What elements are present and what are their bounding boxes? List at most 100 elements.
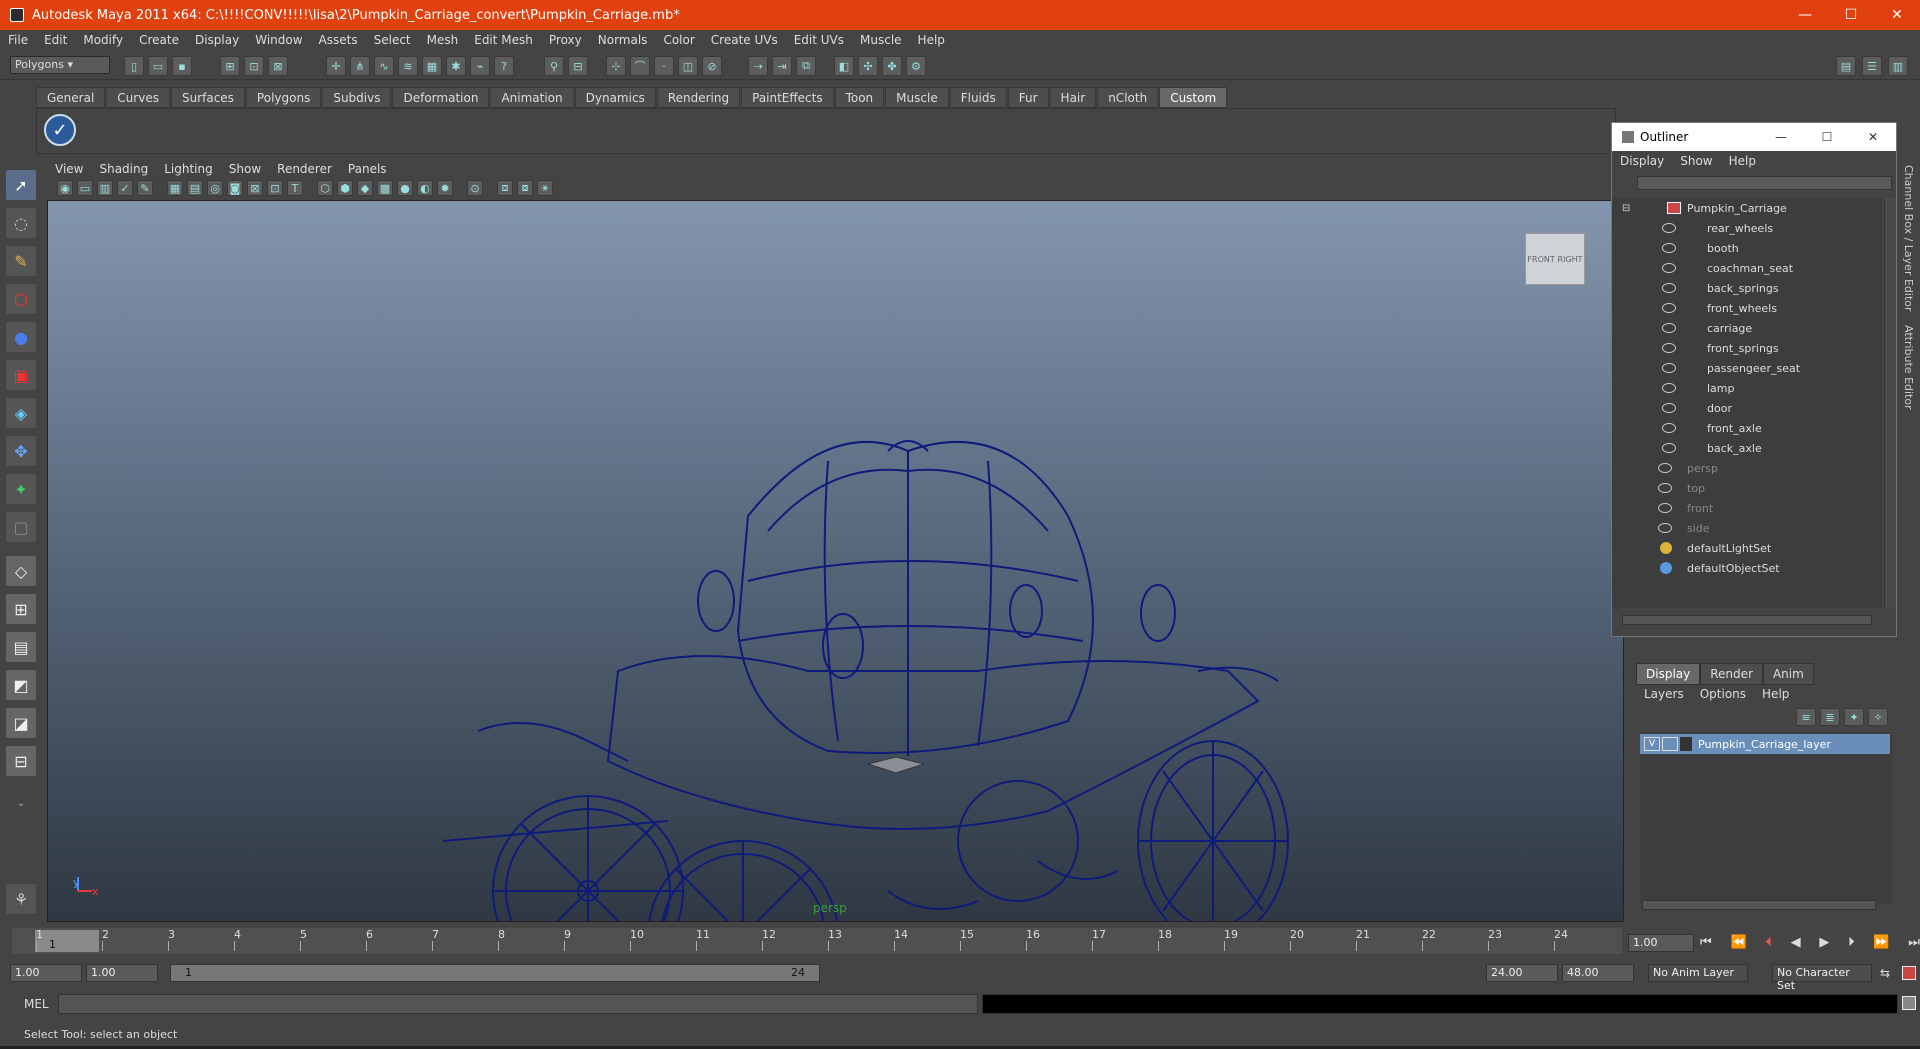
outliner-horizontal-scrollbar[interactable] (1622, 615, 1872, 625)
list-item[interactable]: coachman_seat (1612, 258, 1882, 278)
persp-outliner-layout-icon[interactable]: ▤ (6, 632, 36, 662)
menu-muscle[interactable]: Muscle (852, 33, 910, 47)
menu-file[interactable]: File (0, 33, 36, 47)
shelf-tab-painteffects[interactable]: PaintEffects (741, 87, 834, 108)
list-item[interactable]: defaultLightSet (1612, 538, 1882, 558)
range-slider[interactable]: 1 24 (170, 964, 820, 982)
backface-culling-icon[interactable]: ⚹ (537, 180, 553, 196)
high-quality-icon[interactable]: ✹ (437, 180, 453, 196)
viewport-menu-show[interactable]: Show (221, 162, 269, 176)
character-set-select[interactable]: No Character Set (1772, 964, 1872, 992)
wireframe-icon[interactable]: ⬡ (317, 180, 333, 196)
surface-mask-icon[interactable]: ≋ (398, 56, 418, 76)
persp-graph-layout-icon[interactable]: ◩ (6, 670, 36, 700)
menu-assets[interactable]: Assets (311, 33, 366, 47)
current-time-field[interactable]: 1.00 (1628, 934, 1694, 952)
field-chart-icon[interactable]: ⊠ (247, 180, 263, 196)
outliner-close-button[interactable]: ✕ (1850, 123, 1896, 151)
menu-normals[interactable]: Normals (590, 33, 656, 47)
animation-end-field[interactable]: 48.00 (1562, 964, 1634, 982)
layer-menu-layers[interactable]: Layers (1636, 687, 1692, 701)
step-back-key-icon[interactable]: ⏪ (1730, 935, 1746, 950)
viewcube-right-label[interactable]: RIGHT (1558, 255, 1583, 264)
show-attribute-editor-icon[interactable]: ▤ (1836, 56, 1856, 76)
create-empty-layer-icon[interactable]: ✦ (1844, 708, 1864, 726)
safe-action-icon[interactable]: ⊡ (267, 180, 283, 196)
outliner-row-root[interactable]: ⊟ Pumpkin_Carriage (1612, 198, 1882, 218)
list-item[interactable]: top (1612, 478, 1882, 498)
misc-mask-icon[interactable]: ? (494, 56, 514, 76)
select-tool-icon[interactable]: ➚ (6, 170, 36, 200)
shelf-tab-custom[interactable]: Custom (1159, 87, 1228, 108)
go-to-end-icon[interactable]: ⏭ (1908, 935, 1920, 950)
step-forward-frame-icon[interactable]: ⏵ (1848, 935, 1855, 950)
film-gate-icon[interactable]: ▤ (187, 180, 203, 196)
layer-menu-help[interactable]: Help (1754, 687, 1797, 701)
outliner-vertical-scrollbar[interactable] (1884, 198, 1896, 608)
shelf-tab-fur[interactable]: Fur (1007, 87, 1049, 108)
close-button[interactable]: ✕ (1874, 0, 1920, 30)
make-live-icon[interactable]: ⊘ (702, 56, 722, 76)
layer-tab-anim[interactable]: Anim (1762, 663, 1814, 685)
outliner-menu-help[interactable]: Help (1721, 154, 1764, 168)
shelf-tab-fluids[interactable]: Fluids (949, 87, 1007, 108)
manipulator-tool-icon[interactable]: ◈ (6, 398, 36, 428)
history-output-icon[interactable]: ⇥ (772, 56, 792, 76)
list-item[interactable]: front (1612, 498, 1882, 518)
quick-layout-icon[interactable]: ⚘ (6, 884, 36, 914)
single-perspective-layout-icon[interactable]: ◇ (6, 556, 36, 586)
move-layer-up-icon[interactable]: ≡ (1796, 708, 1816, 726)
four-view-layout-icon[interactable]: ⊞ (6, 594, 36, 624)
shelf-tab-ncloth[interactable]: nCloth (1097, 87, 1159, 108)
construction-history-icon[interactable]: ⧉ (796, 56, 816, 76)
xray-joints-icon[interactable]: ⧇ (517, 180, 533, 196)
shelf-tab-deformation[interactable]: Deformation (392, 87, 490, 108)
show-manipulator-tool-icon[interactable]: ✦ (6, 474, 36, 504)
animation-preferences-icon[interactable] (1902, 966, 1916, 980)
save-scene-icon[interactable]: ▪ (172, 56, 192, 76)
auto-key-icon[interactable]: ⇆ (1880, 966, 1890, 980)
textured-icon[interactable]: ▩ (377, 180, 393, 196)
mel-command-input[interactable] (58, 994, 978, 1014)
outliner-window[interactable]: Outliner — ☐ ✕ Display Show Help ⊟ Pumpk… (1611, 122, 1897, 637)
perspective-viewport[interactable]: y x FRONT RIGHT persp (47, 200, 1624, 922)
animation-start-field[interactable]: 1.00 (10, 964, 82, 982)
go-to-start-icon[interactable]: ⏮ (1700, 935, 1712, 950)
deform-mask-icon[interactable]: ▦ (422, 56, 442, 76)
menu-color[interactable]: Color (655, 33, 702, 47)
outliner-minimize-button[interactable]: — (1758, 123, 1804, 151)
menu-edit-uvs[interactable]: Edit UVs (786, 33, 852, 47)
rotate-tool-icon[interactable]: ● (6, 322, 36, 352)
shelf-tab-general[interactable]: General (36, 87, 106, 108)
minimize-button[interactable]: — (1782, 0, 1828, 30)
time-slider[interactable]: 1 1 2 3 4 5 6 7 8 9 10 11 12 13 14 15 16… (12, 928, 1622, 954)
play-backwards-icon[interactable]: ◀ (1791, 935, 1801, 950)
list-item[interactable]: carriage (1612, 318, 1882, 338)
step-forward-key-icon[interactable]: ⏩ (1873, 935, 1889, 950)
menu-edit-mesh[interactable]: Edit Mesh (466, 33, 541, 47)
hierarchy-mask-icon[interactable]: ⋔ (350, 56, 370, 76)
xray-icon[interactable]: ⧈ (497, 180, 513, 196)
script-editor-icon[interactable] (1902, 996, 1916, 1010)
menu-display[interactable]: Display (187, 33, 247, 47)
menu-window[interactable]: Window (247, 33, 310, 47)
move-tool-icon[interactable]: ⬡ (6, 284, 36, 314)
lock-selection-icon[interactable]: ⚲ (544, 56, 564, 76)
layer-tab-display[interactable]: Display (1636, 663, 1701, 685)
shelf-tab-polygons[interactable]: Polygons (245, 87, 322, 108)
menu-set-select[interactable]: Polygons ▾ (10, 56, 110, 74)
pumpkin-carriage-wireframe[interactable] (48, 201, 1624, 922)
shelf-tab-toon[interactable]: Toon (834, 87, 885, 108)
shelf-tab-subdivs[interactable]: Subdivs (322, 87, 392, 108)
select-by-object-icon[interactable]: ⊡ (244, 56, 264, 76)
snap-grid-icon[interactable]: ⊹ (606, 56, 626, 76)
menu-mesh[interactable]: Mesh (419, 33, 467, 47)
list-item[interactable]: passengeer_seat (1612, 358, 1882, 378)
viewport-menu-renderer[interactable]: Renderer (269, 162, 340, 176)
current-frame-marker[interactable]: 1 (35, 930, 99, 952)
show-tool-settings-icon[interactable]: ☰ (1862, 56, 1882, 76)
lasso-tool-icon[interactable]: ◌ (6, 208, 36, 238)
select-by-component-icon[interactable]: ⊠ (268, 56, 288, 76)
menu-create-uvs[interactable]: Create UVs (703, 33, 786, 47)
layer-horizontal-scrollbar[interactable] (1642, 900, 1876, 910)
